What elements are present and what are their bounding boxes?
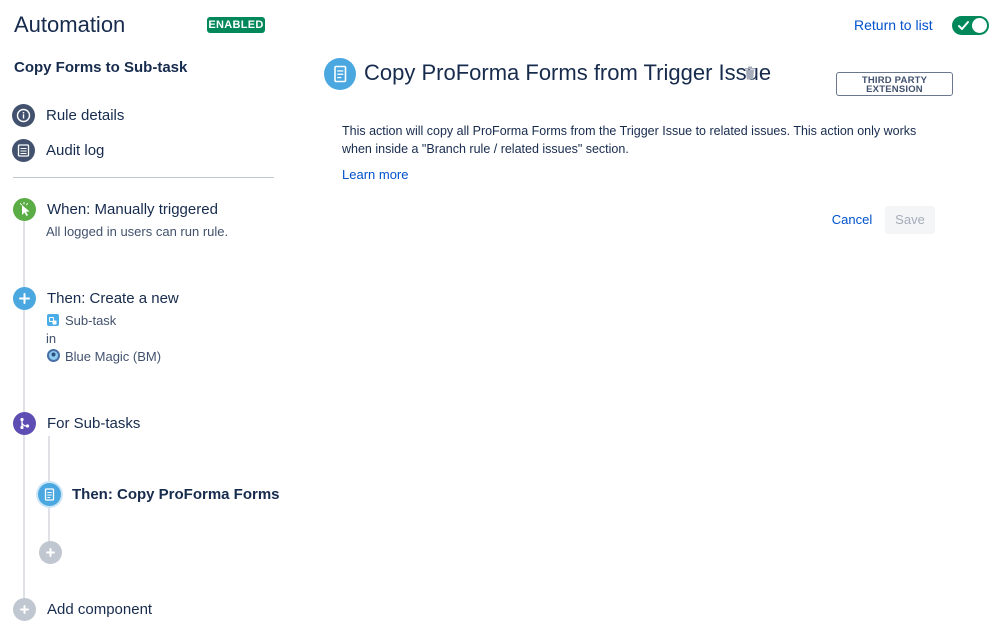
issue-type-label: Sub-task <box>65 313 117 328</box>
plus-icon <box>13 598 36 621</box>
branch-action-step-title[interactable]: Then: Copy ProForma Forms <box>72 486 280 503</box>
add-branch-component-button[interactable] <box>39 541 62 564</box>
nav-label: Rule details <box>46 107 125 124</box>
badge-line-2: EXTENSION <box>866 84 923 95</box>
branch-step-title[interactable]: For Sub-tasks <box>47 415 140 432</box>
plus-icon <box>13 287 36 310</box>
branch-icon <box>13 412 36 435</box>
project-avatar-icon <box>47 349 60 362</box>
create-step-title[interactable]: Then: Create a new <box>47 290 179 307</box>
check-icon <box>958 21 969 30</box>
third-party-badge: THIRD PARTY EXTENSION <box>836 72 953 96</box>
project-label: Blue Magic (BM) <box>65 349 162 364</box>
subtask-icon <box>47 314 59 326</box>
cancel-button[interactable]: Cancel <box>824 206 880 234</box>
form-icon <box>324 58 356 90</box>
trash-icon[interactable] <box>744 66 756 80</box>
rule-enabled-toggle[interactable] <box>952 16 989 35</box>
status-badge: ENABLED <box>207 17 265 33</box>
nav-audit-log[interactable]: Audit log <box>12 139 272 163</box>
nav-rule-details[interactable]: Rule details <box>12 104 272 128</box>
trigger-step-subtitle: All logged in users can run rule. <box>46 224 229 239</box>
return-to-list-link[interactable]: Return to list <box>854 17 933 33</box>
sidebar-divider <box>13 177 274 178</box>
add-component-button[interactable]: Add component <box>47 601 152 618</box>
save-button[interactable]: Save <box>885 206 935 234</box>
info-icon <box>12 104 35 127</box>
form-icon <box>38 483 61 506</box>
action-description: This action will copy all ProForma Forms… <box>342 124 917 156</box>
trigger-step-title[interactable]: When: Manually triggered <box>47 201 218 218</box>
action-title: Copy ProForma Forms from Trigger Issue <box>364 60 772 85</box>
page-title: Automation <box>14 12 126 37</box>
learn-more-link[interactable]: Learn more <box>342 167 408 182</box>
rule-name: Copy Forms to Sub-task <box>14 59 188 76</box>
list-icon <box>12 139 35 162</box>
pointer-icon <box>13 198 36 221</box>
nav-label: Audit log <box>46 142 105 159</box>
toggle-knob <box>972 18 987 33</box>
connector-text: in <box>46 331 57 346</box>
plus-icon <box>46 548 55 557</box>
